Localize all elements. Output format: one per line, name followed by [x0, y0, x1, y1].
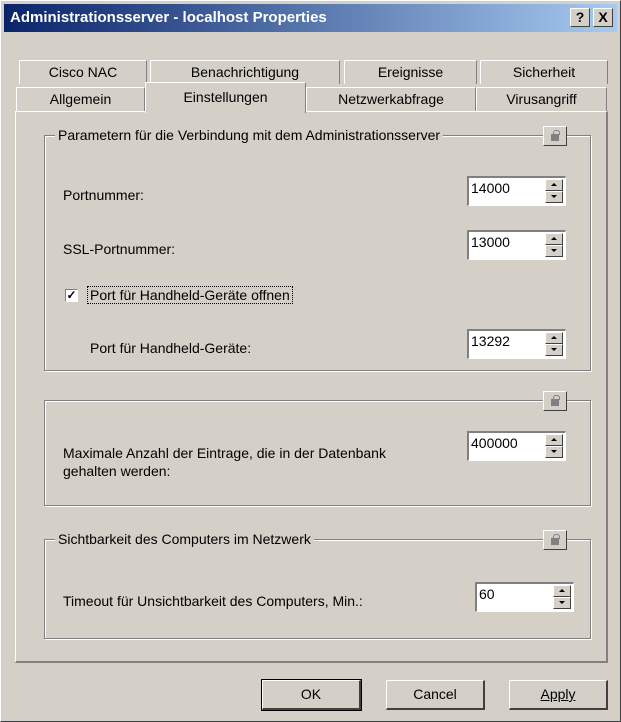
connection-group-title: Parametern für die Verbindung mit dem Ad…	[55, 127, 444, 143]
spin-up-icon[interactable]	[545, 434, 563, 446]
timeout-label: Timeout für Unsichtbarkeit des Computers…	[63, 593, 363, 609]
spin-up-icon[interactable]	[553, 585, 571, 597]
max-entries-label-line2: gehalten werden:	[63, 463, 171, 479]
port-label: Portnummer:	[63, 187, 144, 203]
ssl-port-spinner[interactable]: 13000	[467, 230, 566, 260]
tab-allgemein[interactable]: Allgemein	[16, 87, 145, 111]
tab-netzwerkabfrage[interactable]: Netzwerkabfrage	[306, 87, 476, 111]
handheld-port-spinner[interactable]: 13292	[467, 329, 566, 359]
max-entries-spinner[interactable]: 400000	[467, 431, 566, 461]
spin-down-icon[interactable]	[545, 446, 563, 458]
database-group: Maximale Anzahl der Eintrage, die in der…	[44, 391, 591, 506]
lock-icon[interactable]	[543, 391, 567, 411]
close-button[interactable]: X	[593, 8, 613, 27]
visibility-group-title: Sichtbarkeit des Computers im Netzwerk	[55, 531, 314, 547]
timeout-value[interactable]: 60	[479, 586, 495, 602]
settings-panel: Parametern für die Verbindung mit dem Ad…	[15, 111, 608, 663]
handheld-checkbox[interactable]: ✓	[65, 289, 78, 302]
spin-down-icon[interactable]	[553, 597, 571, 609]
tab-einstellungen[interactable]: Einstellungen	[145, 82, 306, 113]
tab-benachrichtigung[interactable]: Benachrichtigung	[150, 60, 340, 84]
ok-button[interactable]: OK	[261, 679, 362, 711]
spin-down-icon[interactable]	[545, 245, 563, 257]
window-title: Administrationsserver - localhost Proper…	[10, 9, 327, 26]
spin-up-icon[interactable]	[545, 332, 563, 344]
title-bar: Administrationsserver - localhost Proper…	[4, 4, 617, 32]
lock-icon[interactable]	[543, 530, 567, 550]
cancel-button[interactable]: Cancel	[386, 680, 485, 710]
timeout-spinner[interactable]: 60	[475, 582, 574, 612]
tab-ereignisse[interactable]: Ereignisse	[344, 60, 477, 84]
spin-down-icon[interactable]	[545, 191, 563, 203]
max-entries-value[interactable]: 400000	[471, 435, 518, 451]
tab-cisco-nac[interactable]: Cisco NAC	[19, 60, 147, 84]
help-button[interactable]: ?	[570, 8, 590, 27]
handheld-checkbox-label[interactable]: Port für Handheld-Geräte offnen	[87, 286, 293, 304]
handheld-port-value[interactable]: 13292	[471, 333, 510, 349]
spin-up-icon[interactable]	[545, 233, 563, 245]
tab-virusangriff[interactable]: Virusangriff	[476, 87, 607, 111]
visibility-group: Sichtbarkeit des Computers im Netzwerk T…	[44, 530, 591, 639]
tab-sicherheit[interactable]: Sicherheit	[480, 60, 608, 84]
apply-button[interactable]: Apply	[509, 680, 608, 710]
max-entries-label-line1: Maximale Anzahl der Eintrage, die in der…	[63, 445, 386, 461]
port-value[interactable]: 14000	[471, 180, 510, 196]
spin-up-icon[interactable]	[545, 179, 563, 191]
spin-down-icon[interactable]	[545, 344, 563, 356]
ssl-port-label: SSL-Portnummer:	[63, 241, 176, 257]
connection-group: Parametern für die Verbindung mit dem Ad…	[44, 126, 591, 371]
port-spinner[interactable]: 14000	[467, 176, 566, 206]
lock-icon[interactable]	[543, 126, 567, 146]
ssl-port-value[interactable]: 13000	[471, 234, 510, 250]
handheld-port-label: Port für Handheld-Geräte:	[90, 340, 252, 356]
